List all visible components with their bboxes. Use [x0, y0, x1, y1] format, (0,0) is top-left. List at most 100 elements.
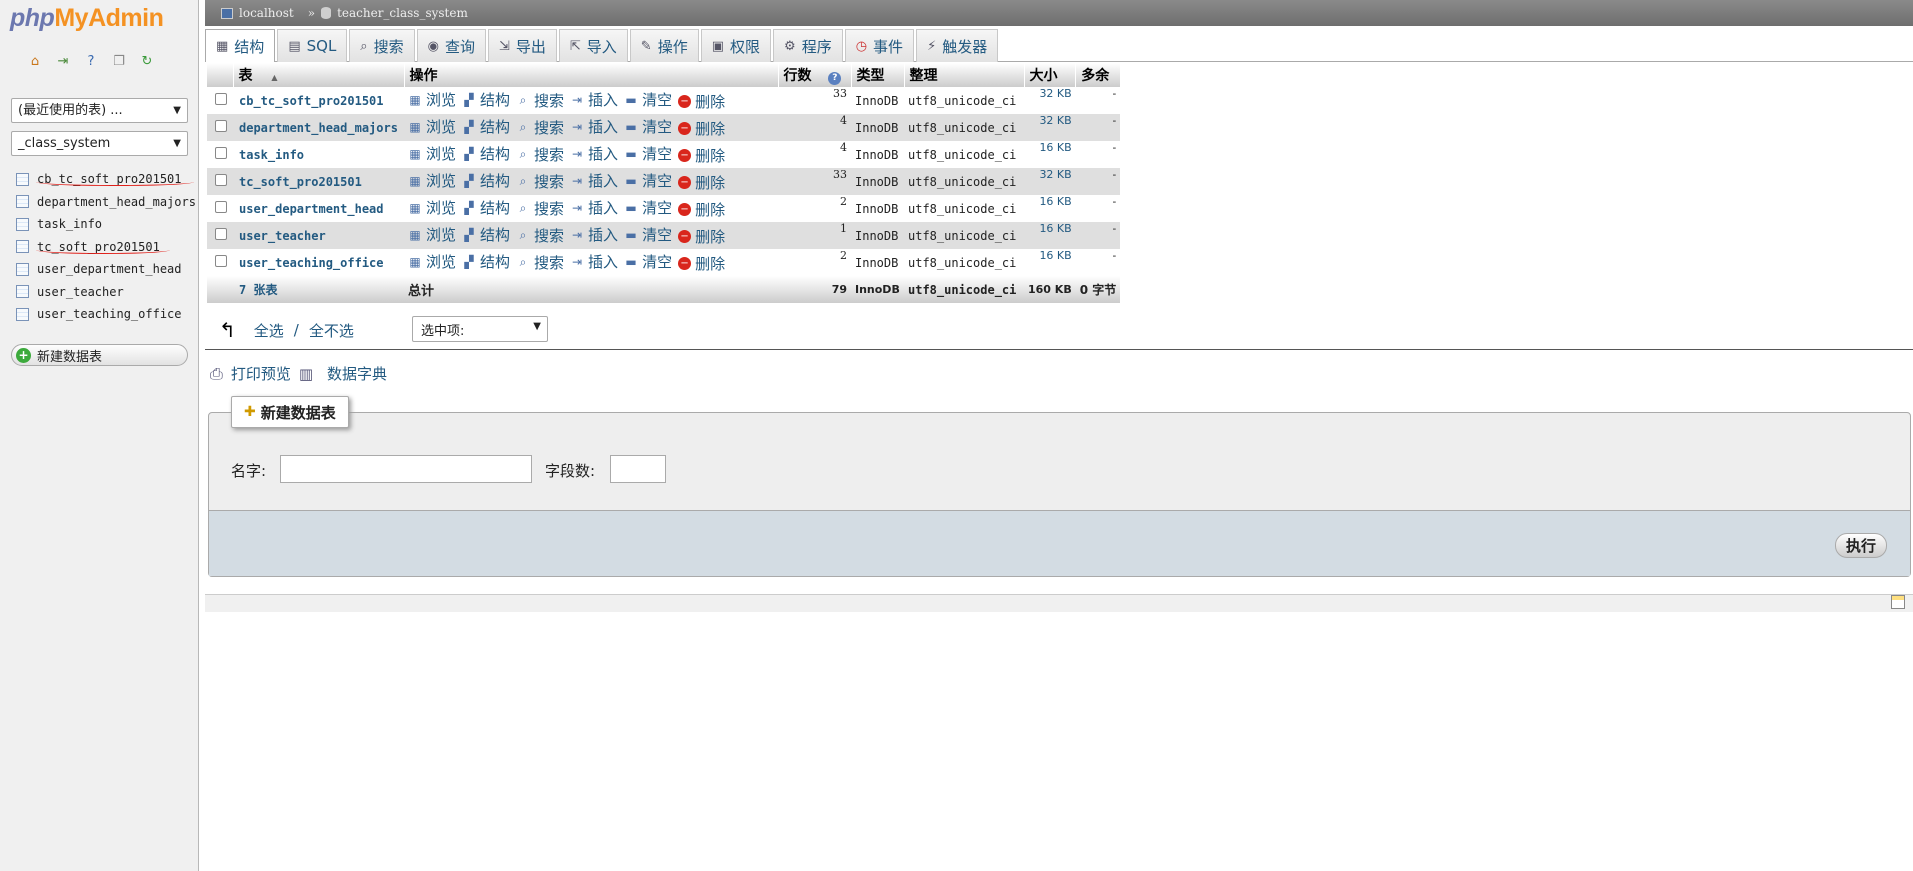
table-name-link[interactable]: user_teacher [233, 222, 404, 249]
empty-action[interactable]: ▬ 清空 [624, 116, 672, 137]
database-select[interactable]: _class_system ▼ [11, 131, 188, 156]
row-size[interactable]: 16 KB [1024, 249, 1076, 276]
print-view-link[interactable]: 打印预览 [231, 363, 291, 384]
drop-action[interactable]: − 删除 [678, 91, 725, 112]
table-name-link[interactable]: cb_tc_soft_pro201501 [233, 87, 404, 114]
browse-action[interactable]: ▦ 浏览 [408, 251, 456, 272]
structure-action[interactable]: ▞ 结构 [462, 143, 510, 164]
console-icon[interactable] [1891, 595, 1905, 609]
with-selected-select[interactable]: 选中项: ▼ [412, 316, 548, 342]
structure-action[interactable]: ▞ 结构 [462, 251, 510, 272]
row-checkbox[interactable] [215, 255, 227, 267]
logout-icon[interactable]: ⇥ [54, 52, 72, 70]
reload-icon[interactable]: ↻ [138, 52, 156, 70]
browse-action[interactable]: ▦ 浏览 [408, 143, 456, 164]
tab-sql[interactable]: ▤ SQL [277, 29, 348, 62]
empty-action[interactable]: ▬ 清空 [624, 143, 672, 164]
table-name-link[interactable]: tc_soft_pro201501 [233, 168, 404, 195]
browse-action[interactable]: ▦ 浏览 [408, 89, 456, 110]
structure-action[interactable]: ▞ 结构 [462, 89, 510, 110]
docs-icon[interactable]: ❐ [110, 52, 128, 70]
insert-action[interactable]: ⇥ 插入 [570, 224, 618, 245]
search-action[interactable]: ⌕ 搜索 [516, 225, 564, 246]
row-size[interactable]: 16 KB [1024, 222, 1076, 249]
header-collation[interactable]: 整理 [904, 63, 1025, 87]
row-checkbox[interactable] [215, 174, 227, 186]
search-action[interactable]: ⌕ 搜索 [516, 198, 564, 219]
phpmyadmin-logo[interactable]: phpMyAdmin [10, 4, 164, 33]
insert-action[interactable]: ⇥ 插入 [570, 89, 618, 110]
header-size[interactable]: 大小 [1024, 63, 1077, 87]
search-action[interactable]: ⌕ 搜索 [516, 117, 564, 138]
insert-action[interactable]: ⇥ 插入 [570, 143, 618, 164]
breadcrumb-server[interactable]: localhost [239, 6, 294, 20]
recent-tables-select[interactable]: (最近使用的表) ... ▼ [11, 98, 188, 123]
insert-action[interactable]: ⇥ 插入 [570, 197, 618, 218]
tab-triggers[interactable]: ⚡ 触发器 [916, 29, 999, 62]
browse-action[interactable]: ▦ 浏览 [408, 170, 456, 191]
row-size[interactable]: 32 KB [1024, 168, 1076, 195]
search-action[interactable]: ⌕ 搜索 [516, 171, 564, 192]
search-action[interactable]: ⌕ 搜索 [516, 90, 564, 111]
empty-action[interactable]: ▬ 清空 [624, 197, 672, 218]
new-table-button[interactable]: + 新建数据表 [11, 344, 188, 366]
header-rows[interactable]: 行数 ? [778, 63, 852, 87]
nav-table-item[interactable]: cb_tc_soft_pro201501 [16, 168, 196, 191]
tab-search[interactable]: ⌕ 搜索 [349, 29, 415, 62]
row-checkbox[interactable] [215, 93, 227, 105]
row-checkbox[interactable] [215, 228, 227, 240]
search-action[interactable]: ⌕ 搜索 [516, 144, 564, 165]
help-icon[interactable]: ? [82, 52, 100, 70]
header-table[interactable]: 表 ▲ [233, 63, 405, 87]
tab-export[interactable]: ⇲ 导出 [487, 29, 557, 62]
header-overhead[interactable]: 多余 [1075, 63, 1121, 87]
nav-table-item[interactable]: department_head_majors [16, 191, 196, 214]
browse-action[interactable]: ▦ 浏览 [408, 224, 456, 245]
drop-action[interactable]: − 删除 [678, 145, 725, 166]
row-checkbox[interactable] [215, 147, 227, 159]
data-dictionary-link[interactable]: 数据字典 [327, 363, 387, 384]
table-name-link[interactable]: user_teaching_office [233, 249, 404, 276]
drop-action[interactable]: − 删除 [678, 199, 725, 220]
tab-import[interactable]: ⇱ 导入 [558, 29, 628, 62]
empty-action[interactable]: ▬ 清空 [624, 170, 672, 191]
row-checkbox[interactable] [215, 201, 227, 213]
home-icon[interactable]: ⌂ [26, 52, 44, 70]
tab-structure[interactable]: ▦ 结构 [205, 29, 276, 62]
row-size[interactable]: 16 KB [1024, 195, 1076, 222]
nav-table-item[interactable]: user_teaching_office [16, 303, 196, 326]
empty-action[interactable]: ▬ 清空 [624, 89, 672, 110]
check-all-link[interactable]: 全选 [254, 320, 284, 341]
browse-action[interactable]: ▦ 浏览 [408, 197, 456, 218]
fields-count-input[interactable] [610, 455, 666, 483]
table-name-link[interactable]: task_info [233, 141, 404, 168]
row-size[interactable]: 32 KB [1024, 87, 1076, 114]
row-size[interactable]: 32 KB [1024, 114, 1076, 141]
row-size[interactable]: 16 KB [1024, 141, 1076, 168]
structure-action[interactable]: ▞ 结构 [462, 224, 510, 245]
go-button[interactable]: 执行 [1834, 533, 1887, 558]
browse-action[interactable]: ▦ 浏览 [408, 116, 456, 137]
drop-action[interactable]: − 删除 [678, 118, 725, 139]
search-action[interactable]: ⌕ 搜索 [516, 252, 564, 273]
insert-action[interactable]: ⇥ 插入 [570, 251, 618, 272]
nav-table-item[interactable]: task_info [16, 213, 196, 236]
table-name-link[interactable]: user_department_head [233, 195, 404, 222]
tab-privileges[interactable]: ▣ 权限 [700, 29, 772, 62]
tab-routines[interactable]: ⚙ 程序 [773, 29, 843, 62]
tab-query[interactable]: ◉ 查询 [416, 29, 486, 62]
tab-operations[interactable]: ✎ 操作 [629, 29, 699, 62]
nav-table-item[interactable]: user_teacher [16, 281, 196, 304]
row-checkbox[interactable] [215, 120, 227, 132]
insert-action[interactable]: ⇥ 插入 [570, 116, 618, 137]
drop-action[interactable]: − 删除 [678, 226, 725, 247]
uncheck-all-link[interactable]: 全不选 [309, 320, 354, 341]
structure-action[interactable]: ▞ 结构 [462, 116, 510, 137]
nav-table-item[interactable]: tc_soft_pro201501 [16, 236, 196, 259]
table-name-link[interactable]: department_head_majors [233, 114, 404, 141]
empty-action[interactable]: ▬ 清空 [624, 224, 672, 245]
help-icon[interactable]: ? [828, 72, 842, 85]
structure-action[interactable]: ▞ 结构 [462, 197, 510, 218]
nav-table-item[interactable]: user_department_head [16, 258, 196, 281]
header-type[interactable]: 类型 [851, 63, 905, 87]
